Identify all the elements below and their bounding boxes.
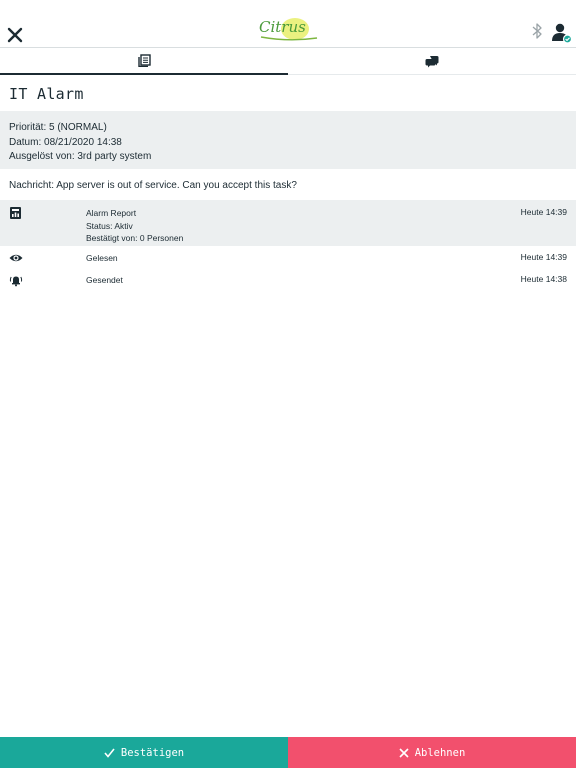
log-report-title: Alarm Report [86,208,137,218]
action-bar: Bestätigen Ablehnen [0,737,576,768]
report-icon [10,207,21,219]
confirm-button[interactable]: Bestätigen [0,737,288,768]
tab-chat[interactable] [288,48,576,75]
log-sent-label: Gesendet [86,275,123,285]
log-read-label: Gelesen [86,253,118,263]
document-list-icon [137,54,151,67]
close-icon [7,27,23,43]
log-item-report[interactable]: Alarm Report Status: Aktiv Bestätigt von… [0,200,576,246]
eye-icon [9,254,23,262]
reject-button[interactable]: Ablehnen [288,737,576,768]
page-title: IT Alarm [9,85,84,103]
triggered-by-text: Ausgelöst von: 3rd party system [9,151,152,162]
log-read-time: Heute 14:39 [520,252,567,262]
svg-text:Citrus: Citrus [259,18,306,36]
tab-details[interactable] [0,48,288,75]
reject-button-label: Ablehnen [414,746,466,759]
alarm-info-panel: Priorität: 5 (NORMAL) Datum: 08/21/2020 … [0,111,576,169]
user-status-icon[interactable] [551,22,573,44]
log-sent-time: Heute 14:38 [520,274,567,284]
checkmark-icon [104,748,115,758]
log-report-time: Heute 14:39 [520,207,567,217]
log-item-read: Gelesen Heute 14:39 [0,246,576,268]
alarm-bell-icon [9,276,23,287]
log-report-status: Status: Aktiv [86,220,133,231]
close-button[interactable] [4,24,26,46]
citrus-logo: Citrus [255,12,321,44]
tab-bar [0,48,576,75]
close-icon [399,747,409,758]
date-text: Datum: 08/21/2020 14:38 [9,136,122,148]
alarm-message: Nachricht: App server is out of service.… [9,180,297,191]
chat-bubbles-icon [425,55,439,67]
priority-text: Priorität: 5 (NORMAL) [9,122,107,133]
confirm-button-label: Bestätigen [120,746,185,759]
log-item-sent: Gesendet Heute 14:38 [0,268,576,290]
log-report-confirmed: Bestätigt von: 0 Personen [86,233,184,243]
bluetooth-icon[interactable] [530,22,544,40]
top-bar: Citrus [0,0,576,48]
alarm-log: Alarm Report Status: Aktiv Bestätigt von… [0,200,576,290]
